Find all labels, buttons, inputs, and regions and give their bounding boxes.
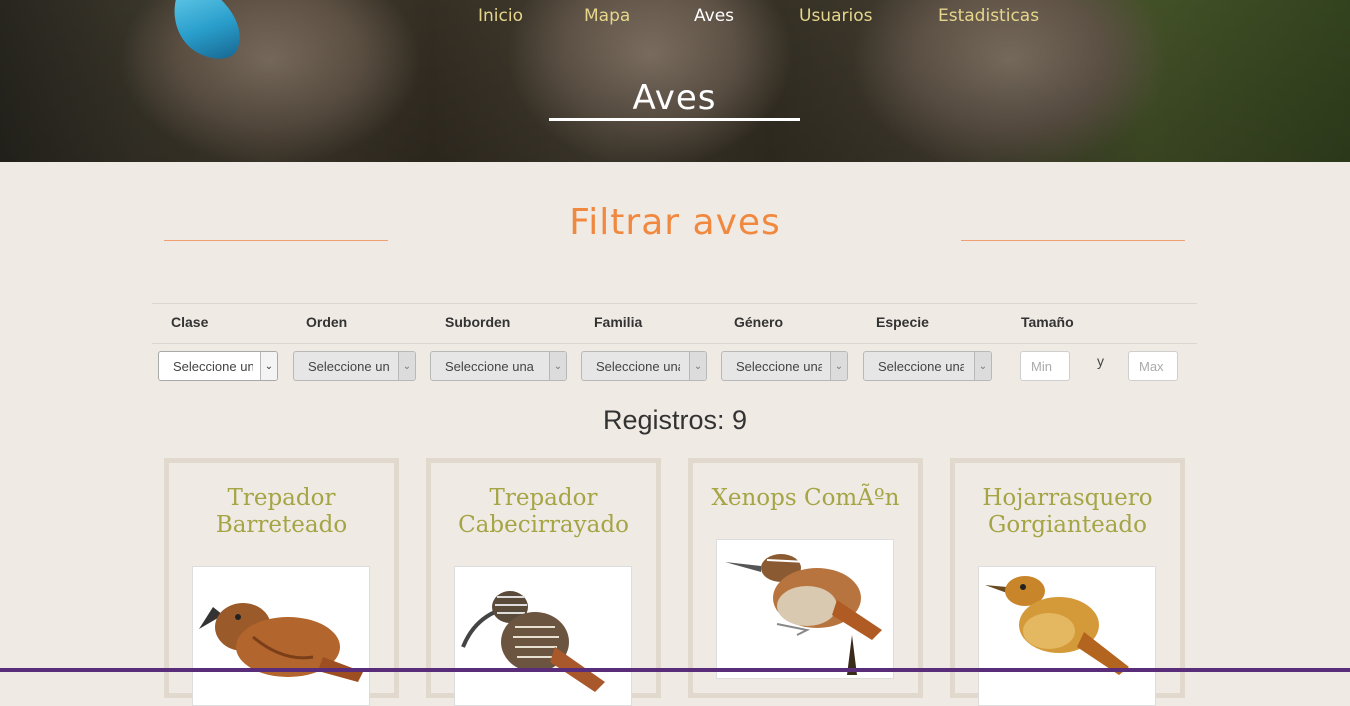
filter-table: Clase Orden Suborden Familia Género Espe…	[152, 303, 1197, 389]
chevron-down-icon[interactable]: ⌄	[974, 352, 991, 380]
bird-card[interactable]: Hojarrasquero Gorgianteado	[950, 458, 1185, 706]
especie-select-value: Seleccione una	[878, 359, 964, 374]
chevron-down-icon[interactable]: ⌄	[398, 352, 415, 380]
bird-card[interactable]: Trepador Cabecirrayado	[426, 458, 661, 706]
bird-card-title-line: Trepador	[227, 485, 336, 511]
bird-woodcreeper-streak-headed-icon	[461, 591, 605, 692]
chevron-down-icon[interactable]: ⌄	[260, 352, 277, 380]
column-label-tamano: Tamaño	[1021, 314, 1074, 330]
size-range-separator: y	[1097, 353, 1104, 369]
bird-image[interactable]	[716, 539, 894, 679]
filter-title-rule-left	[164, 240, 388, 241]
top-nav: Inicio Mapa Aves Usuarios Estadisticas	[0, 6, 1350, 30]
bird-card-title[interactable]: Hojarrasquero Gorgianteado	[955, 485, 1180, 539]
filter-table-header-border	[152, 343, 1197, 344]
bird-card-title-line: Gorgianteado	[988, 512, 1147, 538]
bird-card-title-line: Xenops ComÃºn	[711, 485, 900, 511]
bird-card[interactable]: Xenops ComÃºn	[688, 458, 923, 698]
filter-title: Filtrar aves	[569, 202, 781, 243]
column-label-orden: Orden	[306, 314, 348, 330]
nav-item-mapa[interactable]: Mapa	[584, 6, 630, 26]
bird-image[interactable]	[192, 566, 370, 706]
suborden-select-value: Seleccione una	[445, 359, 534, 374]
column-label-genero: Género	[734, 314, 784, 330]
header-banner: Inicio Mapa Aves Usuarios Estadisticas A…	[0, 0, 1350, 162]
bottom-scroll-edge	[0, 668, 1350, 672]
bird-card-title-line: Cabecirrayado	[458, 512, 629, 538]
bird-card-title-line: Barreteado	[215, 512, 348, 538]
bird-image[interactable]	[978, 566, 1156, 706]
bird-woodcreeper-barred-icon	[199, 603, 363, 682]
bird-image[interactable]	[454, 566, 632, 706]
filter-title-rule-right	[961, 240, 1185, 241]
nav-item-estadisticas[interactable]: Estadisticas	[938, 6, 1039, 26]
page-title-underline	[549, 118, 800, 121]
familia-select[interactable]: Seleccione una ⌄	[581, 351, 707, 381]
bird-foliage-gleaner-icon	[985, 576, 1129, 675]
familia-select-value: Seleccione una	[596, 359, 680, 374]
column-label-clase: Clase	[171, 314, 209, 330]
records-count: Registros: 9	[602, 405, 748, 435]
bird-card-title[interactable]: Trepador Cabecirrayado	[431, 485, 656, 539]
orden-select-value: Seleccione una	[308, 359, 390, 374]
size-min-input[interactable]	[1020, 351, 1070, 381]
bird-card-title[interactable]: Xenops ComÃºn	[693, 485, 918, 512]
column-label-especie: Especie	[876, 314, 929, 330]
bird-card[interactable]: Trepador Barreteado	[164, 458, 399, 706]
nav-item-aves[interactable]: Aves	[694, 6, 734, 26]
chevron-down-icon[interactable]: ⌄	[689, 352, 706, 380]
chevron-down-icon[interactable]: ⌄	[830, 352, 847, 380]
size-max-input[interactable]	[1128, 351, 1178, 381]
genero-select-value: Seleccione una	[736, 359, 822, 374]
bird-card-title-line: Hojarrasquero	[982, 485, 1153, 511]
clase-select[interactable]: Seleccione una ⌄	[158, 351, 278, 381]
column-label-familia: Familia	[594, 314, 643, 330]
orden-select[interactable]: Seleccione una ⌄	[293, 351, 416, 381]
bird-card-title[interactable]: Trepador Barreteado	[169, 485, 394, 539]
nav-item-usuarios[interactable]: Usuarios	[799, 6, 872, 26]
suborden-select[interactable]: Seleccione una ⌄	[430, 351, 567, 381]
nav-item-inicio[interactable]: Inicio	[478, 6, 523, 26]
column-label-suborden: Suborden	[445, 314, 511, 330]
bird-xenops-icon	[725, 554, 882, 675]
especie-select[interactable]: Seleccione una ⌄	[863, 351, 992, 381]
chevron-down-icon[interactable]: ⌄	[549, 352, 566, 380]
genero-select[interactable]: Seleccione una ⌄	[721, 351, 848, 381]
bird-card-title-line: Trepador	[489, 485, 598, 511]
clase-select-value: Seleccione una	[173, 359, 253, 374]
filter-table-top-border	[152, 303, 1197, 304]
page-title: Aves	[632, 78, 717, 118]
